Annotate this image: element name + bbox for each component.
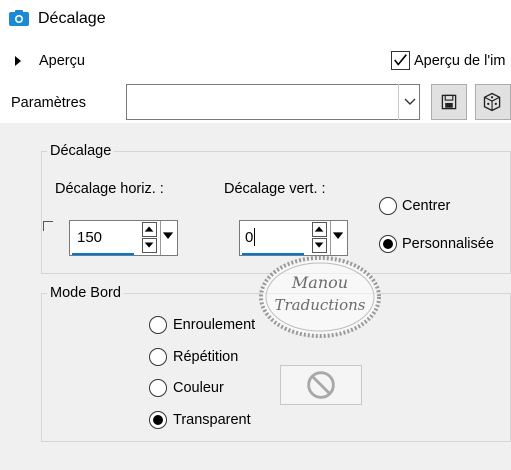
radio-enroulement-label[interactable]: Enroulement: [173, 317, 255, 333]
watermark-line2: Traductions: [275, 296, 366, 314]
radio-personnalisee-label[interactable]: Personnalisée: [402, 236, 494, 252]
edge-color-swatch[interactable]: [280, 365, 362, 405]
watermark-seal: Manou Traductions: [259, 256, 381, 338]
camera-icon: [9, 10, 29, 26]
radio-couleur-label[interactable]: Couleur: [173, 380, 224, 396]
dialog-title: Décalage: [38, 10, 106, 27]
radio-centrer[interactable]: [379, 197, 397, 215]
horiz-offset-underline: [72, 253, 134, 255]
radio-selected-dot: [383, 239, 393, 249]
vert-offset-dropdown[interactable]: [330, 221, 346, 255]
vert-offset-up-button[interactable]: [312, 222, 327, 237]
radio-repetition[interactable]: [149, 348, 167, 366]
arrow-down-icon: [144, 242, 154, 248]
dice-icon: [483, 92, 501, 112]
radio-repetition-label[interactable]: Répétition: [173, 349, 238, 365]
checkmark-icon: [394, 54, 407, 66]
preview-toggle-label[interactable]: Aperçu: [39, 53, 85, 69]
params-label: Paramètres: [11, 95, 86, 111]
random-preset-button[interactable]: [475, 84, 511, 120]
radio-selected-dot: [153, 415, 163, 425]
horiz-offset-up-button[interactable]: [142, 222, 157, 237]
radio-transparent-label[interactable]: Transparent: [173, 412, 251, 428]
vert-offset-label: Décalage vert. :: [224, 181, 326, 197]
preview-image-checkbox[interactable]: [391, 51, 410, 70]
radio-enroulement[interactable]: [149, 316, 167, 334]
save-icon: [441, 94, 457, 110]
link-bracket: [43, 221, 53, 231]
horiz-offset-value[interactable]: 150: [77, 229, 102, 246]
arrow-up-icon: [314, 226, 324, 232]
vert-offset-value[interactable]: 0: [245, 229, 253, 246]
text-caret: [254, 228, 255, 246]
save-preset-button[interactable]: [431, 84, 467, 120]
radio-couleur[interactable]: [149, 379, 167, 397]
radio-transparent[interactable]: [149, 411, 167, 429]
preview-image-label: Aperçu de l'im: [414, 53, 506, 69]
params-combobox[interactable]: [126, 84, 420, 120]
caret-down-icon: [162, 232, 174, 239]
vert-offset-down-button[interactable]: [312, 238, 327, 253]
edge-mode-legend: Mode Bord: [47, 285, 124, 301]
disabled-icon: [307, 371, 335, 399]
horiz-offset-dropdown[interactable]: [160, 221, 176, 255]
chevron-down-icon: [404, 98, 416, 105]
radio-personnalisee[interactable]: [379, 235, 397, 253]
params-dropdown-button[interactable]: [398, 84, 420, 120]
radio-centrer-label[interactable]: Centrer: [402, 198, 450, 214]
arrow-up-icon: [144, 226, 154, 232]
horiz-offset-down-button[interactable]: [142, 238, 157, 253]
offset-group-legend: Décalage: [47, 143, 115, 159]
watermark-line1: Manou: [291, 273, 348, 292]
caret-down-icon: [332, 232, 344, 239]
horiz-offset-label: Décalage horiz. :: [55, 181, 164, 197]
chevron-right-icon[interactable]: [13, 55, 23, 67]
arrow-down-icon: [314, 242, 324, 248]
